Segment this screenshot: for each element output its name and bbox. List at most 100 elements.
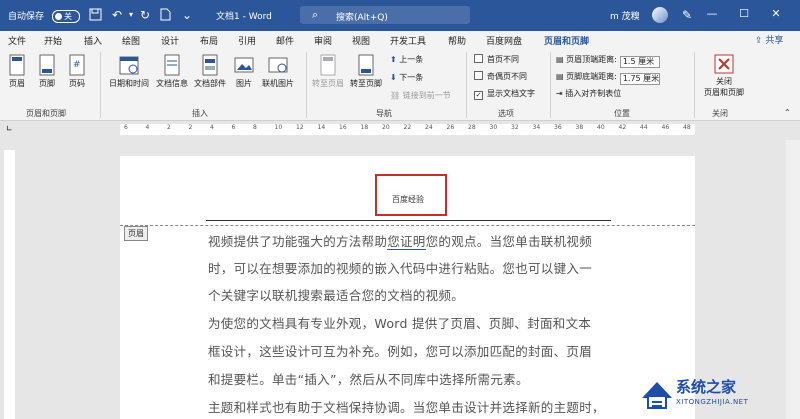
tab-draw[interactable]: 绘图 [122, 34, 140, 47]
watermark-title: 系统之家 [676, 378, 737, 396]
autosave-toggle[interactable]: 关 [52, 10, 80, 23]
online-picture-button[interactable]: 联机图片 [258, 54, 298, 89]
footer-button[interactable]: 页脚 [36, 54, 58, 89]
maximize-button[interactable]: ☐ [736, 6, 752, 22]
tab-view[interactable]: 视图 [352, 34, 370, 47]
body-line-5[interactable]: 框设计，这些设计可互为补充。例如，您可以添加匹配的封面、页眉 [208, 341, 592, 360]
ruler-tick: 40 [597, 124, 605, 131]
arrow-up-icon: ⬆ [390, 55, 400, 64]
footer-bottom-input[interactable]: 1.75 厘米 [619, 73, 660, 85]
header-tag: 页眉 [124, 226, 148, 241]
title-bar: 自动保存 关 ↶ ▾ ↻ ⌄ 文档1 - Word ⌕ 搜索(Alt+Q) m … [0, 0, 800, 31]
ruler-tick: 38 [575, 124, 584, 131]
tab-layout[interactable]: 布局 [200, 34, 218, 47]
close-header-footer-button[interactable]: 关闭 页眉和页脚 [700, 54, 748, 98]
header-top-input[interactable]: 1.5 厘米 [619, 56, 660, 68]
tab-baidu-netdisk[interactable]: 百度网盘 [486, 34, 522, 47]
collapse-ribbon-icon[interactable]: ⌃ [784, 108, 791, 117]
ruler-tick: 32 [511, 124, 519, 131]
body-line-1-underlined: 您证明 [387, 234, 426, 250]
ruler-tick: 36 [554, 124, 562, 131]
ruler-tick: 48 [683, 124, 691, 131]
body-line-2[interactable]: 时，可以在想要添加的视频的嵌入代码中进行粘贴。您也可以键入一 [208, 258, 592, 277]
ruler-tick: 16 [339, 124, 347, 131]
site-watermark: 系统之家 XITONGZHIJIA.NET [640, 372, 800, 419]
document-title: 文档1 - Word [216, 12, 272, 22]
ruler-tick: 6 [231, 124, 236, 131]
body-line-3[interactable]: 个关键字以联机搜索最适合您的文档的视频。 [208, 285, 464, 304]
minimize-button[interactable]: — [704, 6, 720, 22]
tab-developer[interactable]: 开发工具 [390, 34, 426, 47]
ruler-tick: 4 [210, 124, 214, 131]
show-doc-text-checkbox[interactable]: ✓ 显示文档文字 [474, 88, 535, 100]
save-icon[interactable] [88, 8, 102, 22]
redo-icon[interactable]: ↻ [138, 8, 152, 22]
tab-file[interactable]: 文件 [8, 34, 26, 47]
document-icon[interactable] [158, 8, 172, 22]
calendar-icon [119, 56, 139, 75]
tab-review[interactable]: 审阅 [314, 34, 332, 47]
tab-home[interactable]: 开始 [44, 34, 62, 47]
group-position-label: 位置 [614, 109, 630, 118]
tab-help[interactable]: 帮助 [448, 34, 466, 47]
ruler-tick: 42 [618, 124, 627, 131]
horizontal-ruler[interactable]: ∟ 6 4 2 2 4 6 8 10 12 14 16 18 20 22 24 26 28 30 32 34 36 38 4… [0, 121, 800, 138]
close-button[interactable]: ✕ [768, 6, 784, 22]
body-line-6[interactable]: 和提要栏。单击“插入”，然后从不同库中选择所需元素。 [208, 369, 529, 388]
close-x-icon [714, 54, 734, 74]
page-number-button[interactable]: # 页码 [66, 54, 88, 89]
search-box[interactable]: ⌕ 搜索(Alt+Q) [300, 6, 470, 24]
tab-insert[interactable]: 插入 [84, 34, 102, 47]
undo-icon[interactable]: ↶ [110, 8, 124, 22]
tab-mailings[interactable]: 邮件 [276, 34, 294, 47]
doc-info-icon [164, 54, 180, 76]
doc-parts-button[interactable]: 文档部件 [192, 54, 228, 89]
ruler-tick: 8 [253, 124, 257, 131]
prev-item-button[interactable]: ⬆ 上一条 [390, 54, 423, 65]
goto-footer-button[interactable]: 转至页脚 [348, 54, 384, 89]
autosave-state: 关 [64, 12, 72, 21]
vertical-ruler[interactable] [4, 150, 15, 419]
avatar[interactable] [652, 7, 668, 23]
header-button[interactable]: 页眉 [6, 54, 28, 89]
date-time-button[interactable]: 日期和时间 [106, 54, 152, 89]
goto-header-button[interactable]: 转至页眉 [310, 54, 346, 89]
header-boundary [120, 225, 695, 226]
tab-selector-icon[interactable]: ∟ [6, 124, 13, 133]
doc-info-button[interactable]: 文档信息 [154, 54, 190, 89]
ruler-tick: 22 [403, 124, 412, 131]
user-name[interactable]: m 茂糗 [610, 9, 640, 22]
pen-icon[interactable]: ✎ [680, 8, 694, 22]
footer-bottom-distance: ▤ 页脚底端距离: 1.75 厘米 [556, 72, 660, 85]
tab-references[interactable]: 引用 [238, 34, 256, 47]
header-text[interactable]: 百度经验 [392, 194, 424, 205]
ruler-tick: 14 [317, 124, 326, 131]
next-item-button[interactable]: ⬇ 下一条 [390, 72, 423, 83]
group-nav-label: 导航 [376, 109, 392, 118]
body-line-4[interactable]: 为使您的文档具有专业外观，Word 提供了页眉、页脚、封面和文本 [208, 313, 591, 332]
ruler-tick: 20 [382, 124, 390, 131]
share-button[interactable]: ⇪ 共享 [755, 33, 783, 46]
ruler-tick: 24 [425, 124, 433, 131]
undo-dropdown-icon[interactable]: ▾ [124, 8, 138, 22]
picture-button[interactable]: 图片 [232, 54, 256, 89]
body-line-1[interactable]: 视频提供了功能强大的方法帮助您证明您的观点。当您单击联机视频 [208, 231, 592, 250]
tab-design[interactable]: 设计 [161, 34, 179, 47]
ruler-tick: 6 [124, 124, 128, 131]
diff-first-checkbox[interactable]: 首页不同 [474, 54, 519, 65]
ruler-tick: 26 [446, 124, 455, 131]
body-line-7[interactable]: 主题和样式也有助于文档保持协调。当您单击设计并选择新的主题时， [208, 397, 605, 416]
doc-parts-icon [202, 54, 218, 76]
diff-odd-even-checkbox[interactable]: 奇偶页不同 [474, 71, 527, 82]
link-previous-button[interactable]: ⛓ 链接到前一节 [390, 90, 451, 101]
group-header-footer-label: 页眉和页脚 [26, 109, 66, 118]
share-icon: ⇪ [755, 36, 766, 46]
customize-toolbar-icon[interactable]: ⌄ [180, 8, 194, 22]
watermark-url: XITONGZHIJIA.NET [676, 398, 749, 406]
ruler-tick: 2 [188, 124, 193, 131]
page-number-icon: # [69, 54, 85, 76]
insert-align-tab-button[interactable]: ⇥ 插入对齐制表位 [556, 88, 621, 99]
header-underline [206, 220, 611, 221]
ruler-tick: 18 [360, 124, 369, 131]
svg-text:#: # [73, 60, 81, 70]
